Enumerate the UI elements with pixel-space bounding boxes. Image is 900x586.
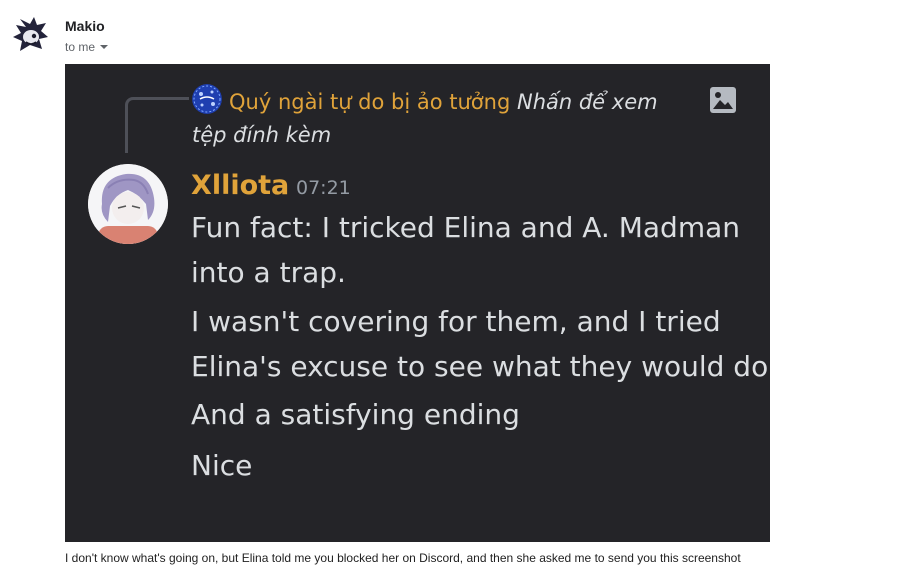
recipient-label: to me — [65, 40, 96, 54]
message-avatar[interactable] — [88, 164, 168, 244]
reply-preview[interactable]: Quý ngài tự do bị ảo tưởng Nhấn để xem t… — [192, 86, 692, 152]
message-line: Fun fact: I tricked Elina and A. Madman — [191, 211, 740, 244]
sender-name: Makio — [65, 18, 105, 34]
discord-screenshot: Quý ngài tự do bị ảo tưởng Nhấn để xem t… — [65, 64, 770, 542]
message-line: And a satisfying ending — [191, 398, 520, 431]
sender-avatar[interactable] — [10, 15, 50, 55]
recipient-dropdown[interactable]: to me — [65, 40, 109, 54]
reply-author[interactable]: Quý ngài tự do bị ảo tưởng — [229, 90, 510, 114]
message-line: Elina's excuse to see what they would do — [191, 350, 769, 383]
message-line: Nice — [191, 449, 253, 482]
image-icon[interactable] — [709, 86, 737, 114]
caret-down-icon[interactable] — [100, 45, 109, 49]
reply-connector — [125, 97, 189, 153]
email-body-text: I don't know what's going on, but Elina … — [65, 551, 741, 565]
message-timestamp: 07:21 — [296, 177, 351, 199]
message-line: I wasn't covering for them, and I tried — [191, 305, 721, 338]
message-line: into a trap. — [191, 256, 346, 289]
message-username[interactable]: Xlliota — [191, 170, 289, 201]
